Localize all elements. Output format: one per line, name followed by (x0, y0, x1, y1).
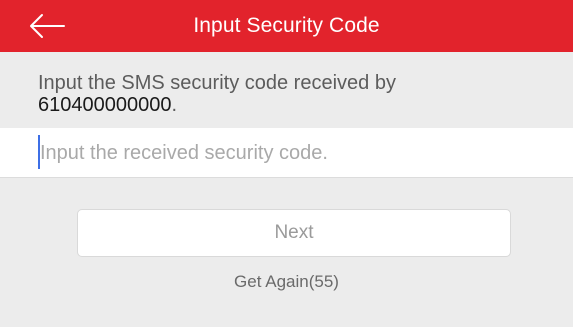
page-title: Input Security Code (193, 14, 380, 37)
phone-number: 610400000000 (38, 94, 172, 116)
get-again-link[interactable]: Get Again(55) (0, 272, 573, 292)
header-bar: Input Security Code (0, 0, 573, 52)
security-code-field (0, 128, 573, 178)
next-button[interactable]: Next (77, 209, 511, 257)
security-code-input[interactable] (38, 128, 558, 178)
sms-info-suffix: . (171, 94, 178, 116)
text-caret (38, 135, 40, 169)
security-code-screen: Input Security Code Input the SMS securi… (0, 0, 573, 327)
sms-info-label: Input the SMS security code received by (38, 72, 396, 94)
sms-info-text: Input the SMS security code received by … (38, 72, 558, 116)
